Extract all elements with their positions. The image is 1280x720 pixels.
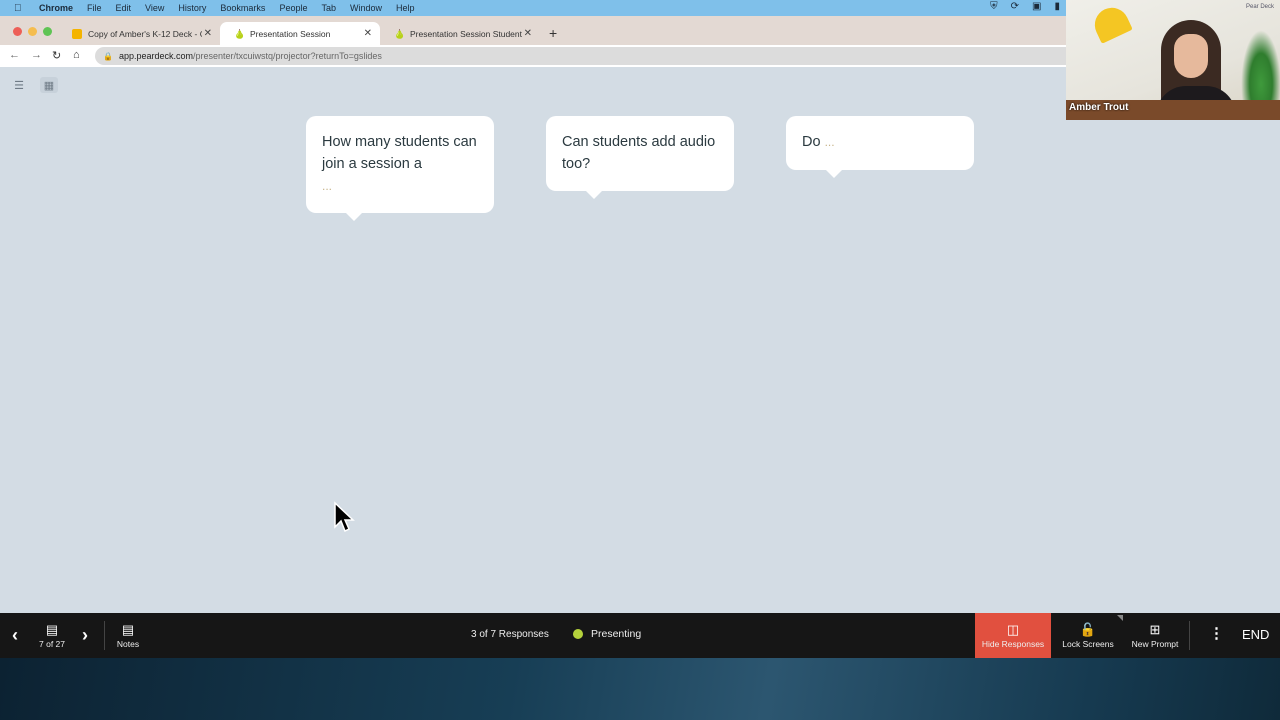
hide-responses-button[interactable]: ◫ Hide Responses [975, 613, 1051, 658]
browser-toolbar: ← → ↻ ⌂ 🔒 app.peardeck.com/presenter/txc… [0, 45, 1066, 67]
presenting-status: Presenting [573, 628, 641, 640]
home-icon[interactable]: ⌂ [73, 49, 80, 61]
presenter-bottom-bar: ‹ ▤ 7 of 27 › ▤ Notes 3 of 7 Responses P… [0, 613, 1280, 658]
menubar-status-icons: ⛨ ⟳ ▣ ▮ [990, 1, 1060, 12]
notes-label: Notes [116, 638, 140, 649]
response-card[interactable]: Can students add audio too? [546, 116, 734, 199]
divider [1189, 621, 1190, 650]
response-card[interactable]: Do ... [786, 116, 974, 178]
add-prompt-icon: ⊞ [1149, 621, 1161, 637]
slide-counter[interactable]: ▤ 7 of 27 [36, 613, 68, 658]
new-prompt-button[interactable]: ⊞ New Prompt [1128, 613, 1182, 658]
menu-bookmarks[interactable]: Bookmarks [220, 3, 265, 13]
menu-people[interactable]: People [279, 3, 307, 13]
apple-icon[interactable]:  [14, 3, 24, 14]
address-bar[interactable]: 🔒 app.peardeck.com/presenter/txcuiwstq/p… [95, 47, 1066, 65]
tab-presentation-session-student[interactable]: 🍐 Presentation Session Student ✕ [380, 22, 540, 45]
pear-icon: 🍐 [394, 28, 406, 39]
menu-tab[interactable]: Tab [321, 3, 336, 13]
next-slide-button[interactable]: › [82, 625, 88, 646]
webcam-overlay: Amber Trout Pear Deck [1066, 0, 1280, 120]
more-indicator: ... [322, 179, 333, 193]
slides-icon [72, 28, 82, 39]
pear-icon: 🍐 [234, 28, 246, 39]
mouse-cursor-icon [334, 501, 355, 533]
tab-title: Presentation Session [250, 28, 331, 39]
menu-view[interactable]: View [145, 3, 164, 13]
status-dot [573, 629, 583, 639]
menu-window[interactable]: Window [350, 3, 382, 13]
close-tab-icon[interactable]: ✕ [204, 28, 212, 39]
projector-screen-icon: ◫ [1006, 621, 1020, 637]
lock-icon: 🔒 [103, 51, 113, 61]
list-view-icon[interactable]: ☰ [10, 77, 28, 93]
response-card[interactable]: How many students can join a session a .… [306, 116, 494, 221]
battery-icon[interactable]: ▮ [1054, 1, 1060, 12]
menu-help[interactable]: Help [396, 3, 415, 13]
url-path: /presenter/txcuiwstq/projector?returnTo=… [193, 51, 382, 61]
notes-button[interactable]: ▤ Notes [112, 613, 144, 658]
presenter-name: Amber Trout [1069, 102, 1129, 113]
window-icon[interactable]: ▣ [1032, 1, 1041, 12]
response-text: How many students can join a session a [322, 134, 477, 172]
grid-view-icon[interactable]: ▦ [40, 77, 58, 93]
back-arrow-icon[interactable]: ← [9, 49, 20, 61]
lamp-image [1089, 2, 1133, 44]
menu-history[interactable]: History [178, 3, 206, 13]
new-prompt-label: New Prompt [1131, 638, 1179, 649]
browser-tab-strip: Copy of Amber's K-12 Deck - G ✕ 🍐 Presen… [0, 16, 1066, 45]
tab-title: Copy of Amber's K-12 Deck - G [88, 28, 202, 39]
close-window-button[interactable] [13, 27, 22, 36]
close-tab-icon[interactable]: ✕ [364, 28, 372, 39]
response-text: Can students add audio too? [562, 134, 716, 172]
slides-icon: ▤ [45, 621, 59, 637]
tab-slides-deck[interactable]: Copy of Amber's K-12 Deck - G ✕ [58, 22, 220, 45]
previous-slide-button[interactable]: ‹ [12, 625, 18, 646]
menu-app-chrome[interactable]: Chrome [39, 3, 73, 13]
more-indicator: ... [824, 135, 835, 149]
sync-icon[interactable]: ⟳ [1011, 1, 1019, 12]
hide-responses-label: Hide Responses [981, 638, 1045, 649]
slide-counter-label: 7 of 27 [39, 638, 65, 649]
divider [104, 621, 105, 650]
lock-screens-button[interactable]: 🔓 Lock Screens [1058, 613, 1118, 658]
end-session-button[interactable]: END [1242, 627, 1269, 642]
responses-count: 3 of 7 Responses [471, 629, 549, 640]
tab-title: Presentation Session Student [410, 28, 522, 39]
maximize-window-button[interactable] [43, 27, 52, 36]
presenter-view: ☰ ▦ How many students can join a session… [0, 67, 1280, 613]
lock-icon: 🔓 [1079, 621, 1097, 637]
forward-arrow-icon[interactable]: → [31, 49, 42, 61]
view-toggle: ☰ ▦ [10, 77, 58, 93]
status-label: Presenting [591, 628, 642, 640]
minimize-window-button[interactable] [28, 27, 37, 36]
more-options-icon[interactable]: ⋮ [1209, 624, 1224, 642]
new-tab-button[interactable]: + [549, 25, 557, 41]
desktop-wallpaper [0, 658, 1280, 720]
menu-edit[interactable]: Edit [116, 3, 132, 13]
url-host: app.peardeck.com [118, 51, 194, 61]
lock-screens-label: Lock Screens [1062, 638, 1114, 649]
notes-icon: ▤ [121, 621, 135, 637]
shield-icon[interactable]: ⛨ [990, 1, 998, 12]
pear-deck-logo: Pear Deck [1245, 4, 1274, 10]
close-tab-icon[interactable]: ✕ [524, 28, 532, 39]
lock-options-indicator [1117, 615, 1123, 621]
menu-file[interactable]: File [87, 3, 102, 13]
reload-icon[interactable]: ↻ [52, 49, 61, 62]
response-text: Do [802, 134, 821, 150]
window-controls [13, 27, 52, 36]
tab-presentation-session[interactable]: 🍐 Presentation Session ✕ [220, 22, 380, 45]
